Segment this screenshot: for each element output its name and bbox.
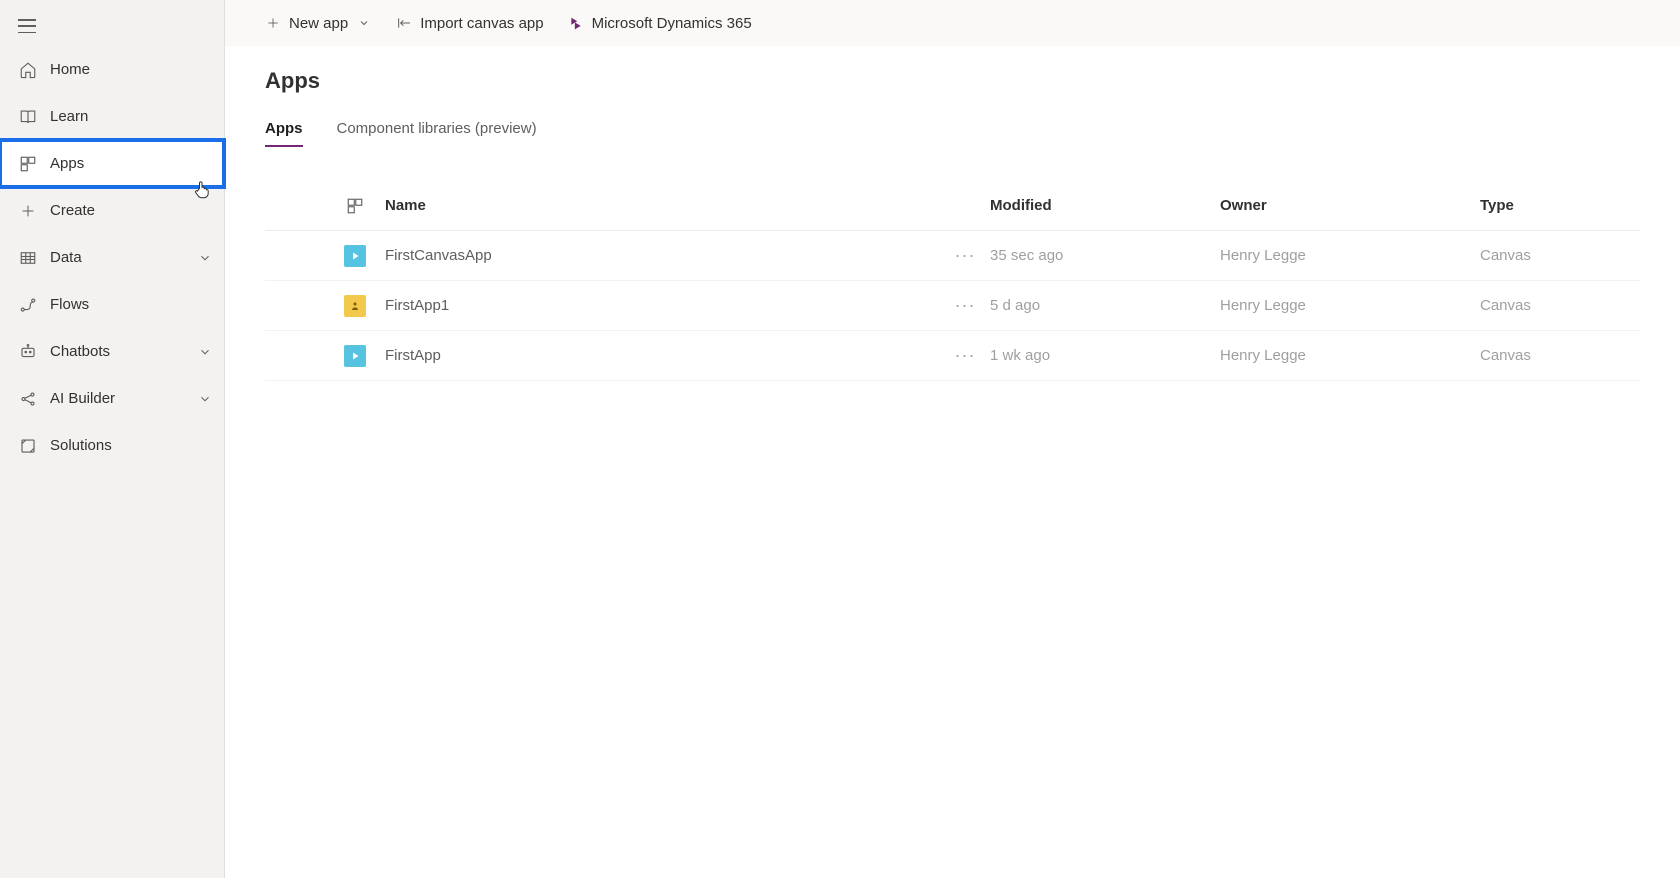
new-app-label: New app (289, 15, 348, 32)
sidebar-item-label: Chatbots (50, 343, 198, 360)
row-more-button[interactable]: ··· (940, 345, 990, 366)
chevron-down-icon (198, 392, 212, 406)
sidebar-item-label: Learn (50, 108, 212, 125)
tab-apps[interactable]: Apps (265, 120, 303, 147)
app-name: FirstCanvasApp (385, 247, 940, 264)
row-more-button[interactable]: ··· (940, 295, 990, 316)
tabs: Apps Component libraries (preview) (265, 120, 1640, 147)
row-more-button[interactable]: ··· (940, 245, 990, 266)
hamburger-icon[interactable] (18, 19, 36, 33)
canvas-app-icon (344, 295, 366, 317)
sidebar-item-chatbots[interactable]: Chatbots (0, 328, 224, 375)
dynamics-365-button[interactable]: Microsoft Dynamics 365 (568, 15, 752, 32)
app-type: Canvas (1480, 347, 1640, 364)
plus-icon (265, 15, 281, 31)
ai-builder-icon (18, 389, 38, 409)
sidebar-item-label: Data (50, 249, 198, 266)
sidebar-item-learn[interactable]: Learn (0, 93, 224, 140)
app-type: Canvas (1480, 247, 1640, 264)
app-modified: 5 d ago (990, 297, 1220, 314)
column-header-name[interactable]: Name (385, 197, 940, 214)
app-owner: Henry Legge (1220, 347, 1480, 364)
import-icon (396, 15, 412, 31)
chevron-down-icon (198, 251, 212, 265)
app-type: Canvas (1480, 297, 1640, 314)
app-modified: 1 wk ago (990, 347, 1220, 364)
page-title: Apps (265, 68, 1640, 94)
sidebar-item-label: Apps (50, 155, 212, 172)
canvas-app-icon (344, 245, 366, 267)
sidebar: Home Learn Apps Create (0, 0, 225, 878)
apps-table: Name Modified Owner Type FirstCanvasApp … (265, 181, 1640, 381)
column-header-type[interactable]: Type (1480, 197, 1640, 214)
command-bar: New app Import canvas app Microsoft Dyna… (225, 0, 1680, 46)
chevron-down-icon (356, 15, 372, 31)
book-icon (18, 107, 38, 127)
sidebar-item-label: Flows (50, 296, 212, 313)
app-icon-cell (325, 345, 385, 367)
tab-label: Component libraries (preview) (337, 120, 537, 137)
plus-icon (18, 201, 38, 221)
flows-icon (18, 295, 38, 315)
app-name: FirstApp1 (385, 297, 940, 314)
app-name: FirstApp (385, 347, 940, 364)
hamburger-row (0, 6, 224, 46)
table-row[interactable]: FirstCanvasApp ··· 35 sec ago Henry Legg… (265, 231, 1640, 281)
column-header-owner[interactable]: Owner (1220, 197, 1480, 214)
sidebar-item-ai-builder[interactable]: AI Builder (0, 375, 224, 422)
solutions-icon (18, 436, 38, 456)
tab-component-libraries[interactable]: Component libraries (preview) (337, 120, 537, 147)
sidebar-item-flows[interactable]: Flows (0, 281, 224, 328)
apps-grid-icon (18, 154, 38, 174)
app-icon-cell (325, 295, 385, 317)
home-icon (18, 60, 38, 80)
tab-label: Apps (265, 120, 303, 137)
sidebar-item-data[interactable]: Data (0, 234, 224, 281)
dynamics-icon (568, 15, 584, 31)
table-header-row: Name Modified Owner Type (265, 181, 1640, 231)
sidebar-item-label: Solutions (50, 437, 212, 454)
import-canvas-button[interactable]: Import canvas app (396, 15, 543, 32)
sidebar-item-label: Create (50, 202, 212, 219)
table-row[interactable]: FirstApp ··· 1 wk ago Henry Legge Canvas (265, 331, 1640, 381)
sidebar-item-apps[interactable]: Apps (0, 140, 224, 187)
chevron-down-icon (198, 345, 212, 359)
dynamics-label: Microsoft Dynamics 365 (592, 15, 752, 32)
sidebar-item-solutions[interactable]: Solutions (0, 422, 224, 469)
canvas-app-icon (344, 345, 366, 367)
column-header-modified[interactable]: Modified (990, 197, 1220, 214)
app-modified: 35 sec ago (990, 247, 1220, 264)
sidebar-item-label: AI Builder (50, 390, 198, 407)
sidebar-item-label: Home (50, 61, 212, 78)
table-row[interactable]: FirstApp1 ··· 5 d ago Henry Legge Canvas (265, 281, 1640, 331)
main: New app Import canvas app Microsoft Dyna… (225, 0, 1680, 878)
chatbot-icon (18, 342, 38, 362)
app-icon-cell (325, 245, 385, 267)
data-table-icon (18, 248, 38, 268)
import-canvas-label: Import canvas app (420, 15, 543, 32)
sidebar-item-home[interactable]: Home (0, 46, 224, 93)
sidebar-item-create[interactable]: Create (0, 187, 224, 234)
new-app-button[interactable]: New app (265, 15, 372, 32)
type-column-icon[interactable] (325, 197, 385, 215)
app-owner: Henry Legge (1220, 247, 1480, 264)
app-root: Home Learn Apps Create (0, 0, 1680, 878)
content-area: Apps Apps Component libraries (preview) … (225, 46, 1680, 878)
app-owner: Henry Legge (1220, 297, 1480, 314)
